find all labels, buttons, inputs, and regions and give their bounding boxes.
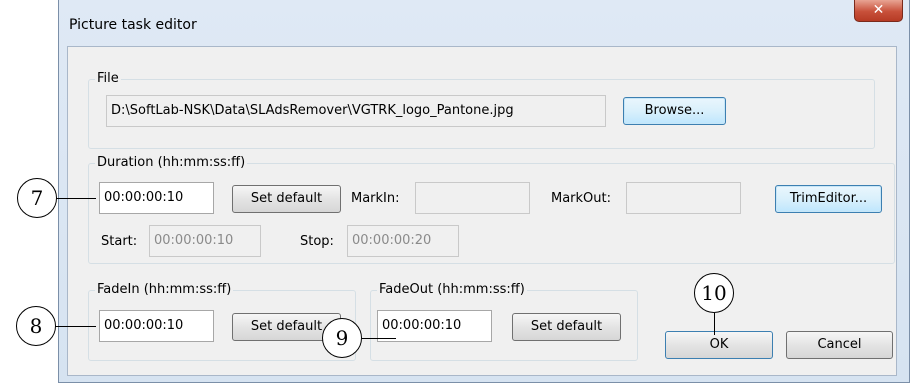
stop-field: 00:00:00:20 <box>347 225 459 257</box>
dialog-client: File D:\SoftLab-NSK\Data\SLAdsRemover\VG… <box>67 46 897 376</box>
cancel-button[interactable]: Cancel <box>786 331 893 359</box>
fadeout-set-default-button[interactable]: Set default <box>512 313 621 341</box>
ok-button[interactable]: OK <box>665 331 773 359</box>
close-icon: ✕ <box>872 2 885 18</box>
callout-8: 8 <box>16 306 56 346</box>
start-field: 00:00:00:10 <box>149 225 261 257</box>
fadein-group: FadeIn (hh:mm:ss:ff) 00:00:00:10 Set def… <box>88 282 356 361</box>
file-group: File D:\SoftLab-NSK\Data\SLAdsRemover\VG… <box>88 71 875 149</box>
markin-label: MarkIn: <box>351 191 400 206</box>
markout-field[interactable] <box>626 182 741 214</box>
duration-set-default-button[interactable]: Set default <box>232 185 341 213</box>
close-button[interactable]: ✕ <box>854 0 903 22</box>
window-title: Picture task editor <box>69 17 197 33</box>
callout-8-leader <box>55 326 96 327</box>
duration-group: Duration (hh:mm:ss:ff) 00:00:00:10 Set d… <box>88 155 895 264</box>
callout-9-leader <box>362 338 396 339</box>
callout-10-leader <box>714 313 715 335</box>
fadeout-group: FadeOut (hh:mm:ss:ff) 00:00:00:10 Set de… <box>370 282 638 361</box>
fadein-input[interactable]: 00:00:00:10 <box>99 310 214 342</box>
start-label: Start: <box>101 234 138 249</box>
markout-label: MarkOut: <box>551 191 612 206</box>
dialog-window: Picture task editor ✕ File D:\SoftLab-NS… <box>58 0 910 383</box>
callout-10: 10 <box>694 273 734 313</box>
file-path-field[interactable]: D:\SoftLab-NSK\Data\SLAdsRemover\VGTRK_l… <box>106 95 606 127</box>
callout-7-leader <box>56 198 96 199</box>
stop-label: Stop: <box>300 234 334 249</box>
fadeout-group-label: FadeOut (hh:mm:ss:ff) <box>377 282 527 297</box>
browse-button[interactable]: Browse... <box>623 97 726 125</box>
duration-input[interactable]: 00:00:00:10 <box>99 182 214 214</box>
fadein-group-label: FadeIn (hh:mm:ss:ff) <box>95 282 234 297</box>
file-group-label: File <box>95 71 121 86</box>
trim-editor-button[interactable]: TrimEditor... <box>775 185 882 213</box>
callout-7: 7 <box>17 178 57 218</box>
duration-group-label: Duration (hh:mm:ss:ff) <box>95 155 248 170</box>
callout-9: 9 <box>322 318 362 358</box>
markin-field[interactable] <box>415 182 530 214</box>
